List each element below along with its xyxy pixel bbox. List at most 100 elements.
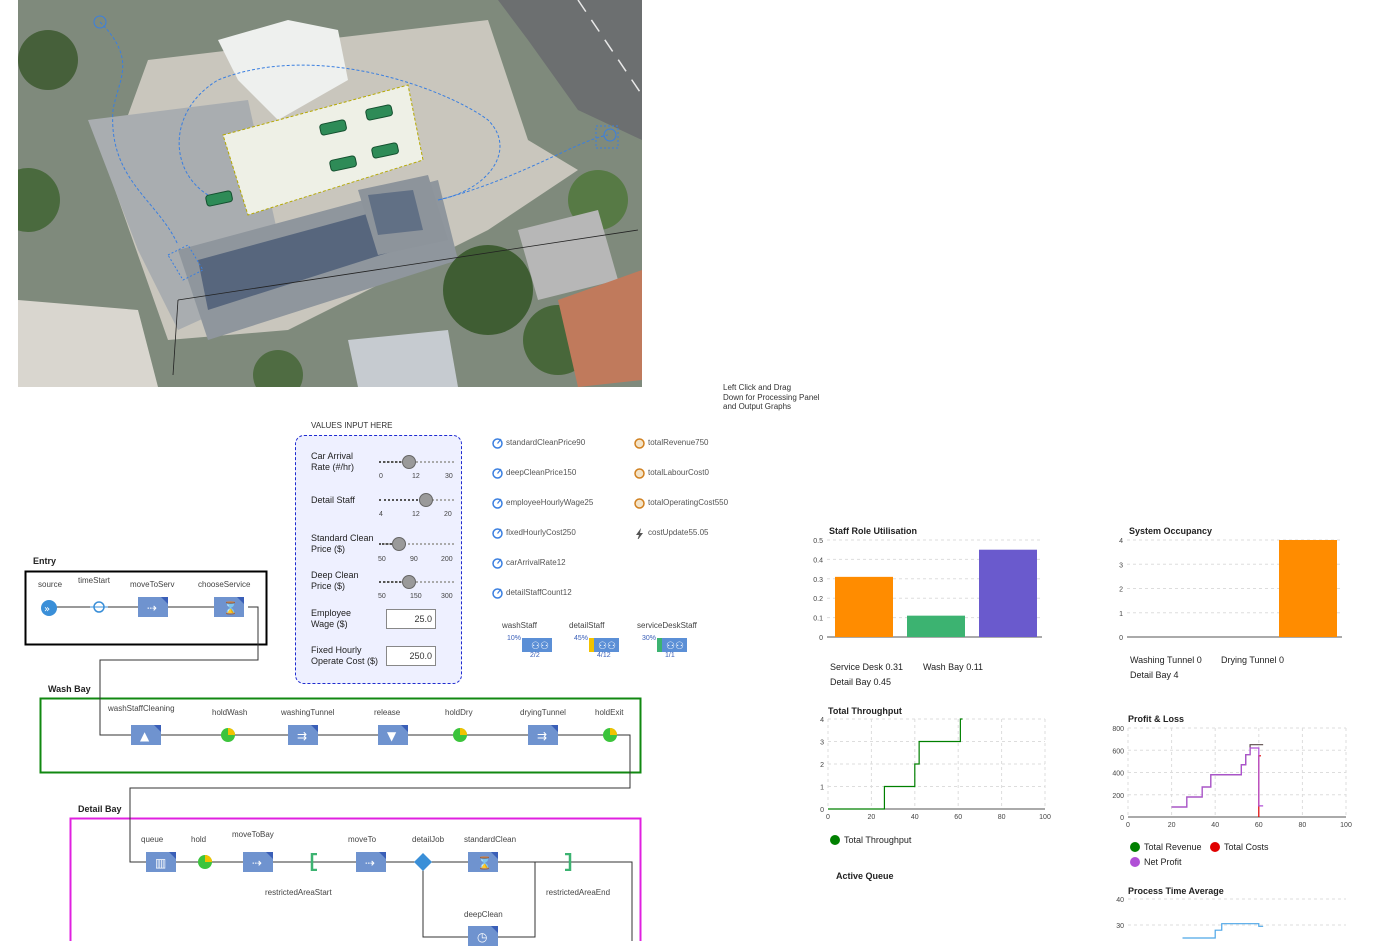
param-standardCleanPrice[interactable]: standardCleanPrice90 [492,438,585,449]
fixed-cost-input[interactable]: 250.0 [386,646,436,666]
resource-count: 4/12 [597,652,611,659]
conveyor-block-icon: ⇉ [288,725,318,745]
block-dryingTunnel[interactable]: ⇉ [528,725,558,745]
wash-section-label: Wash Bay [48,684,91,694]
output-costUpdate[interactable]: costUpdate55.05 [634,528,709,539]
standard-clean-slider[interactable] [379,537,454,551]
block-queue-label: queue [141,835,163,844]
block-washingTunnel[interactable]: ⇉ [288,725,318,745]
block-chooseService[interactable]: ⌛ [214,597,244,617]
block-holdDry-label: holdDry [445,708,473,717]
output-totalOperatingCost[interactable]: totalOperatingCost550 [634,498,729,509]
tick: 300 [441,593,453,600]
block-label: timeStart [78,576,111,585]
map-view[interactable] [18,0,642,387]
resource-utilization: 10% [507,635,522,642]
legend-item: Detail Bay 0.45 [830,677,891,687]
block-hold[interactable] [197,854,213,870]
legend-swatch [830,835,840,845]
resource-serviceDeskStaff-count: 1/1 [665,652,675,659]
profit-legend-revenue: Total Revenue [1130,842,1202,852]
hold-icon [221,728,235,742]
resource-detailStaff-pct: 45% [574,635,588,642]
param-carArrivalRate[interactable]: carArrivalRate12 [492,558,566,569]
restricted-area-end-icon [565,852,572,872]
block-restrictedAreaStart[interactable] [310,852,318,872]
output-name: costUpdate [648,528,689,537]
svg-text:▼: ▼ [387,729,397,743]
output-name: totalLabourCost [648,468,705,477]
inputs-panel: Car Arrival Rate (#/hr) 0 12 30 Detail S… [295,435,462,684]
resource-washStaff-label: washStaff [502,621,537,630]
output-totalRevenue[interactable]: totalRevenue750 [634,438,709,449]
bar-detail-bay [1279,540,1337,637]
select-output-icon [414,853,432,871]
block-moveToServ[interactable]: ⇢ [138,597,168,617]
block-holdDry[interactable] [452,727,468,743]
svg-text:▥: ▥ [155,856,166,870]
parameter-icon [492,468,503,479]
tick: 12 [412,473,420,480]
car-arrival-label-1: Car Arrival [311,451,354,461]
block-restrictedAreaStart-label: restrictedAreaStart [265,888,332,897]
block-holdExit[interactable] [602,727,618,743]
param-deepCleanPrice[interactable]: deepCleanPrice150 [492,468,576,479]
block-standardClean[interactable]: ⌛ [468,852,498,872]
seize-block-icon: ▲ [131,725,161,745]
x-tick-label: 40 [1211,822,1219,829]
output-totalLabourCost[interactable]: totalLabourCost0 [634,468,709,479]
block-restrictedAreaEnd[interactable] [564,852,572,872]
fixed-cost-label: Fixed Hourly Operate Cost ($) [311,645,378,667]
delay-block-icon: ◷ [468,926,498,946]
y-tick-label: 4 [1119,538,1123,545]
output-value: 0 [704,468,709,477]
source-icon: » [41,600,57,616]
y-tick-label: 800 [1112,726,1124,733]
block-moveTo[interactable]: ⇢ [356,852,386,872]
block-moveToBay[interactable]: ⇢ [243,852,273,872]
block-detailJob[interactable] [414,853,432,871]
block-restrictedAreaEnd-label: restrictedAreaEnd [546,888,610,897]
block-timeStart[interactable] [90,600,108,614]
x-tick-label: 80 [998,814,1006,821]
employee-wage-input[interactable]: 25.0 [386,609,436,629]
deep-clean-slider[interactable] [379,575,454,589]
parameter-icon [492,588,503,599]
slider-thumb[interactable] [402,455,416,469]
slider-thumb[interactable] [392,537,406,551]
svg-text:▲: ▲ [140,729,150,743]
series-line-3 [1171,747,1264,808]
legend-value: 4 [1173,670,1179,680]
y-tick-label: 4 [820,717,824,724]
svg-text:⌛: ⌛ [223,601,238,615]
block-queue[interactable]: ▥ [146,852,176,872]
car-arrival-slider[interactable] [379,455,454,469]
y-tick-label: 400 [1112,771,1124,778]
block-release[interactable]: ▼ [378,725,408,745]
y-tick-label: 40 [1116,897,1124,904]
slider-thumb[interactable] [402,575,416,589]
block-detailJob-label: detailJob [412,835,444,844]
param-fixedHourlyCost[interactable]: fixedHourlyCost250 [492,528,576,539]
resource-washStaff-pct: 10% [507,635,521,642]
legend-value: 0 [1196,655,1202,665]
block-source[interactable]: » [40,599,58,617]
param-employeeHourlyWage[interactable]: employeeHourlyWage25 [492,498,593,509]
series-line-1 [1182,923,1264,939]
param-value: 250 [562,528,576,537]
param-detailStaffCount[interactable]: detailStaffCount12 [492,588,572,599]
slider-thumb[interactable] [418,493,433,507]
drag-hint-line1: Left Click and Drag [723,383,792,392]
y-tick-label: 0.1 [813,616,823,623]
block-deepClean[interactable]: ◷ [468,926,498,946]
employee-wage-label: Employee Wage ($) [311,608,351,630]
parameter-icon [492,438,503,449]
drag-hint: Left Click and Drag Down for Processing … [723,383,820,412]
svg-text:⇉: ⇉ [297,729,307,743]
output-value: 550 [714,498,729,507]
tick: 90 [410,556,418,563]
detail-staff-slider[interactable] [379,493,454,507]
legend-label: Drying Tunnel [1221,655,1277,665]
block-holdWash[interactable] [220,727,236,743]
block-washStaffCleaning[interactable]: ▲ [131,725,161,745]
